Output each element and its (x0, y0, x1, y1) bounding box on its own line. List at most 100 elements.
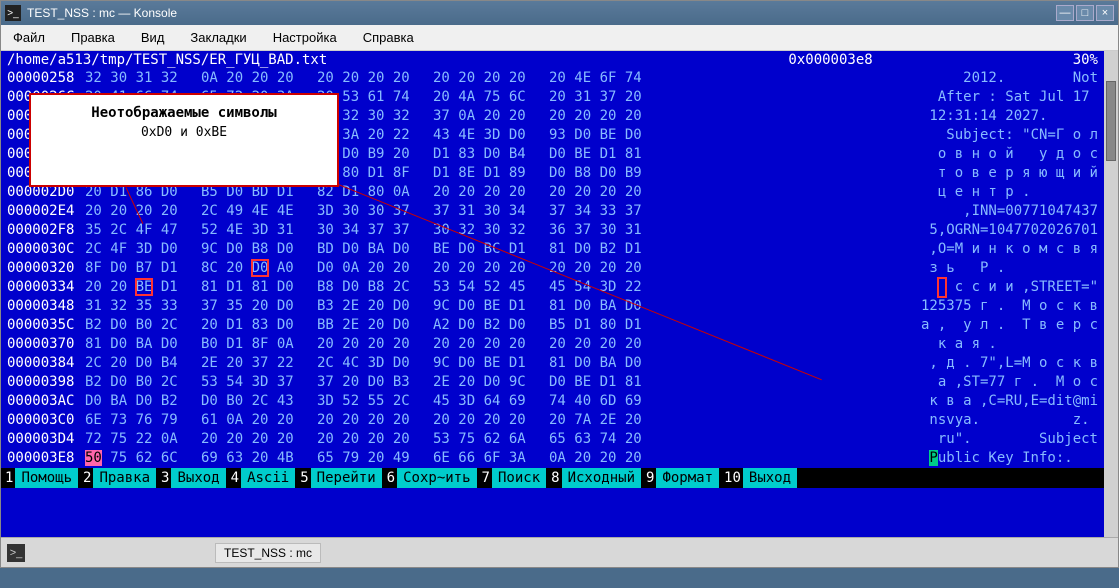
hex-row: 000003C06E 73 76 7961 0A 20 2020 20 20 2… (7, 411, 1098, 430)
maximize-button[interactable]: □ (1076, 5, 1094, 21)
fn-key-number: 5 (296, 470, 310, 486)
taskbar: >_ TEST_NSS : mc (1, 537, 1118, 567)
path-line: /home/a513/tmp/TEST_NSS/ER_ГУЦ_BAD.txt 0… (1, 51, 1104, 69)
hex-bytes: D0 0A 20 20 (317, 259, 433, 278)
hex-bytes: D0 B0 2C 43 (201, 392, 317, 411)
cursor-ascii: P (929, 450, 937, 466)
hex-bytes: B2 D0 B0 2C (85, 316, 201, 335)
ascii-column: ru". Subject (938, 430, 1098, 449)
hex-bytes: 20 20 20 20 (549, 259, 929, 278)
fn-key-4[interactable]: Ascii (241, 468, 295, 488)
offset: 00000348 (7, 297, 85, 316)
fn-key-6[interactable]: Сохр~ить (397, 468, 476, 488)
hex-bytes: 37 35 20 D0 (201, 297, 317, 316)
hex-bytes: D0 BA D0 B2 (85, 392, 201, 411)
offset: 00000384 (7, 354, 85, 373)
offset: 000003C0 (7, 411, 85, 430)
ascii-column: , д . 7",L=М о с к в (929, 354, 1098, 373)
hex-bytes: 65 79 20 49 (317, 449, 433, 468)
hex-bytes: 20 D1 83 D0 (201, 316, 317, 335)
hex-row: 0000035CB2 D0 B0 2C20 D1 83 D0BB 2E 20 D… (7, 316, 1098, 335)
taskbar-terminal-icon[interactable]: >_ (7, 544, 25, 562)
titlebar[interactable]: >_ TEST_NSS : mc — Konsole — □ × (1, 1, 1118, 25)
hex-bytes: 2C 49 4E 4E (201, 202, 317, 221)
window-title: TEST_NSS : mc — Konsole (27, 6, 1056, 20)
hex-bytes: D1 83 D0 B4 (433, 145, 549, 164)
hex-bytes: 20 20 20 20 (201, 430, 317, 449)
hex-bytes: 37 34 33 37 (549, 202, 929, 221)
hex-bytes: 81 D0 BA D0 (85, 335, 201, 354)
hex-bytes: 37 0A 20 20 (433, 107, 549, 126)
file-path: /home/a513/tmp/TEST_NSS/ER_ГУЦ_BAD.txt (7, 52, 327, 68)
menu-view[interactable]: Вид (137, 28, 169, 47)
hex-bytes: 81 D0 B2 D1 (549, 240, 929, 259)
hex-bytes: BD D0 BA D0 (317, 240, 433, 259)
close-button[interactable]: × (1096, 5, 1114, 21)
hex-bytes: 20 20 20 20 (549, 335, 929, 354)
hex-bytes: B3 2E 20 D0 (317, 297, 433, 316)
fn-key-number: 10 (720, 470, 743, 486)
offset: 000002F8 (7, 221, 85, 240)
hex-bytes: D1 8E D1 89 (433, 164, 549, 183)
menu-file[interactable]: Файл (9, 28, 49, 47)
fn-key-3[interactable]: Выход (171, 468, 225, 488)
ascii-column: ц е н т р . (929, 183, 1098, 202)
ascii-column: ,O=М и н к о м с в я (929, 240, 1098, 259)
fn-key-10[interactable]: Выход (743, 468, 797, 488)
offset: 000002E4 (7, 202, 85, 221)
hex-bytes: 20 20 20 20 (317, 411, 433, 430)
fn-key-7[interactable]: Поиск (492, 468, 546, 488)
ascii-column: о в н о й у д о с (929, 145, 1098, 164)
hex-bytes: B5 D1 80 D1 (549, 316, 913, 335)
hex-bytes: 6E 66 6F 3A (433, 449, 549, 468)
hex-bytes: 8C 20 D0 A0 (201, 259, 317, 278)
ascii-column: Public Key Info:. (929, 449, 1098, 468)
fn-key-number: 4 (227, 470, 241, 486)
hex-bytes: 81 D1 81 D0 (201, 278, 317, 297)
offset: 0000030C (7, 240, 85, 259)
hex-row: 0000034831 32 35 3337 35 20 D0B3 2E 20 D… (7, 297, 1098, 316)
taskbar-item[interactable]: TEST_NSS : mc (215, 543, 321, 563)
hex-bytes: 0A 20 20 20 (201, 69, 317, 88)
scrollbar-thumb[interactable] (1106, 81, 1116, 161)
fn-key-9[interactable]: Формат (656, 468, 719, 488)
ascii-column: т о в е р я ю щ и й (938, 164, 1098, 183)
minimize-button[interactable]: — (1056, 5, 1074, 21)
menu-help[interactable]: Справка (359, 28, 418, 47)
fn-key-2[interactable]: Правка (93, 468, 156, 488)
hex-bytes: 3D 52 55 2C (317, 392, 433, 411)
ascii-column: а ,ST=77 г . М о с (929, 373, 1098, 392)
hex-bytes: 69 63 20 4B (201, 449, 317, 468)
hex-bytes: B0 D1 8F 0A (201, 335, 317, 354)
hex-bytes: 81 D0 BA D0 (549, 354, 929, 373)
fn-key-8[interactable]: Исходный (562, 468, 641, 488)
menu-bookmarks[interactable]: Закладки (186, 28, 250, 47)
hex-bytes: 20 7A 2E 20 (549, 411, 929, 430)
hex-bytes: 2E 20 37 22 (201, 354, 317, 373)
hex-bytes: 20 20 BE D1 (85, 278, 201, 297)
hex-bytes: 20 4A 75 6C (433, 88, 549, 107)
hex-bytes: 2E 20 D0 9C (433, 373, 549, 392)
hex-row: 000002F835 2C 4F 4752 4E 3D 3130 34 37 3… (7, 221, 1098, 240)
terminal-icon: >_ (5, 5, 21, 21)
offset: 0000035C (7, 316, 85, 335)
offset: 00000370 (7, 335, 85, 354)
hex-bytes: A2 D0 B2 D0 (433, 316, 549, 335)
hex-bytes: 36 37 30 31 (549, 221, 929, 240)
menu-edit[interactable]: Правка (67, 28, 119, 47)
fn-key-5[interactable]: Перейти (311, 468, 382, 488)
fn-key-number: 8 (547, 470, 561, 486)
callout-subtitle: 0xD0 и 0xBE (41, 125, 327, 140)
ascii-column: к в а ,C=RU,E=dit@mi (929, 392, 1098, 411)
ascii-column: с с и и ,STREET=" (938, 278, 1098, 297)
annotation-callout: Неотображаемые символы 0xD0 и 0xBE (29, 93, 339, 187)
hex-bytes: 43 4E 3D D0 (433, 126, 549, 145)
hex-bytes: 0A 20 20 20 (549, 449, 929, 468)
menu-settings[interactable]: Настройка (269, 28, 341, 47)
offset: 00000334 (7, 278, 85, 297)
ascii-column: 125375 г . М о с к в (921, 297, 1098, 316)
hex-bytes: 9C D0 B8 D0 (201, 240, 317, 259)
fn-key-1[interactable]: Помощь (15, 468, 78, 488)
hex-bytes: 35 2C 4F 47 (85, 221, 201, 240)
hex-bytes: 20 20 20 20 (317, 69, 433, 88)
